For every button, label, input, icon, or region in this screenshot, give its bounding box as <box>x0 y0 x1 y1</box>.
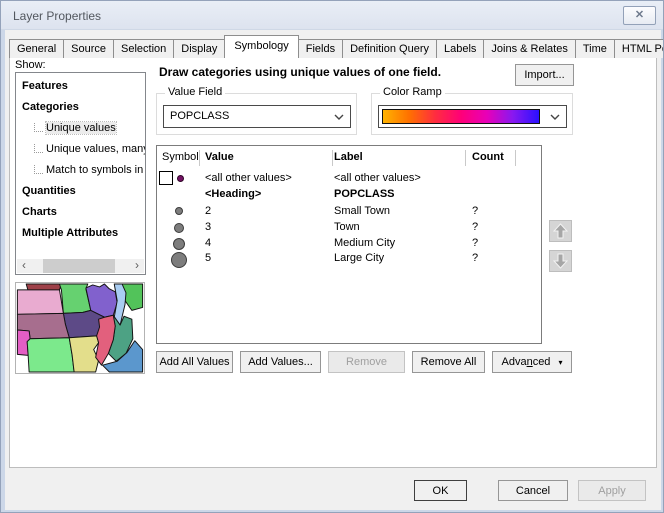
tab-display[interactable]: Display <box>173 39 225 58</box>
move-down-button[interactable] <box>549 250 572 272</box>
arrow-down-icon <box>553 253 568 269</box>
color-ramp-label: Color Ramp <box>380 86 445 98</box>
layer-properties-dialog: Layer Properties ✕ General Source Select… <box>0 0 664 513</box>
table-row-heading[interactable]: <Heading> POPCLASS <box>157 187 541 203</box>
color-ramp-dropdown[interactable] <box>378 105 567 128</box>
window-title: Layer Properties <box>13 9 101 23</box>
column-divider <box>515 150 516 166</box>
table-row-class-4[interactable]: 4 Medium City ? <box>157 236 541 252</box>
remove-button[interactable]: Remove <box>328 351 405 373</box>
value-field-group: Value Field POPCLASS <box>156 93 357 135</box>
map-preview-image <box>16 283 144 373</box>
point-symbol[interactable] <box>175 207 183 215</box>
add-all-values-button[interactable]: Add All Values <box>156 351 233 373</box>
tab-selection[interactable]: Selection <box>113 39 174 58</box>
value-field-label: Value Field <box>165 86 225 98</box>
advanced-button[interactable]: Advanced ▾ <box>492 351 572 373</box>
page-title: Draw categories using unique values of o… <box>159 65 441 79</box>
scrollbar-thumb[interactable] <box>43 259 115 273</box>
point-symbol[interactable] <box>173 238 185 250</box>
column-divider <box>332 150 333 166</box>
column-header-count[interactable]: Count <box>472 151 504 163</box>
column-header-label[interactable]: Label <box>334 151 363 163</box>
column-header-symbol[interactable]: Symbol <box>162 151 199 163</box>
color-ramp-swatch <box>382 109 540 124</box>
tree-item-unique-values-many[interactable]: Unique values, many <box>16 139 145 160</box>
tab-symbology[interactable]: Symbology <box>224 35 298 58</box>
value-field-dropdown[interactable]: POPCLASS <box>163 105 351 128</box>
show-tree: Features Categories Unique values Unique… <box>15 72 146 275</box>
tree-item-charts[interactable]: Charts <box>16 202 145 223</box>
table-row-class-2[interactable]: 2 Small Town ? <box>157 204 541 220</box>
column-header-value[interactable]: Value <box>205 151 234 163</box>
tree-item-unique-values[interactable]: Unique values <box>16 118 145 139</box>
symbol-value-table: Symbol Value Label Count <all other valu… <box>156 145 542 344</box>
apply-button[interactable]: Apply <box>578 480 646 501</box>
tree-item-categories[interactable]: Categories <box>16 97 145 118</box>
tree-item-multiple-attributes[interactable]: Multiple Attributes <box>16 223 145 244</box>
tab-labels[interactable]: Labels <box>436 39 484 58</box>
column-divider <box>199 150 200 166</box>
show-label: Show: <box>15 59 46 71</box>
chevron-down-icon <box>334 114 344 120</box>
cancel-button[interactable]: Cancel <box>498 480 568 501</box>
dropdown-arrow-icon: ▾ <box>559 358 563 367</box>
table-row-class-3[interactable]: 3 Town ? <box>157 220 541 236</box>
tree-connector-icon <box>34 165 43 174</box>
chevron-down-icon <box>550 114 560 120</box>
value-field-value: POPCLASS <box>170 110 229 122</box>
tree-horizontal-scrollbar[interactable]: ‹ › <box>17 259 144 273</box>
point-symbol[interactable] <box>177 175 184 182</box>
tab-general[interactable]: General <box>9 39 64 58</box>
import-button[interactable]: Import... <box>515 64 574 86</box>
tab-bar: General Source Selection Display Symbolo… <box>9 37 664 58</box>
close-icon: ✕ <box>635 9 644 21</box>
tab-joins-relates[interactable]: Joins & Relates <box>483 39 575 58</box>
tab-fields[interactable]: Fields <box>298 39 343 58</box>
tree-item-match-to-symbols[interactable]: Match to symbols in a <box>16 160 145 181</box>
move-up-button[interactable] <box>549 220 572 242</box>
tab-definition-query[interactable]: Definition Query <box>342 39 437 58</box>
remove-all-button[interactable]: Remove All <box>412 351 485 373</box>
close-button[interactable]: ✕ <box>623 6 656 25</box>
tree-connector-icon <box>34 123 43 132</box>
all-other-values-checkbox[interactable] <box>159 171 173 185</box>
scroll-left-icon[interactable]: ‹ <box>17 259 31 273</box>
tree-connector-icon <box>34 144 43 153</box>
ok-button[interactable]: OK <box>414 480 467 501</box>
color-ramp-group: Color Ramp <box>371 93 573 135</box>
tab-html-popup[interactable]: HTML Popup <box>614 39 664 58</box>
table-row-all-other-values[interactable]: <all other values> <all other values> <box>157 171 541 187</box>
tab-time[interactable]: Time <box>575 39 615 58</box>
scroll-right-icon[interactable]: › <box>130 259 144 273</box>
tree-item-features[interactable]: Features <box>16 76 145 97</box>
arrow-up-icon <box>553 223 568 239</box>
tree-item-quantities[interactable]: Quantities <box>16 181 145 202</box>
add-values-button[interactable]: Add Values... <box>240 351 321 373</box>
titlebar[interactable]: Layer Properties ✕ <box>1 1 663 30</box>
tab-source[interactable]: Source <box>63 39 114 58</box>
column-divider <box>465 150 466 166</box>
point-symbol[interactable] <box>171 252 187 268</box>
table-row-class-5[interactable]: 5 Large City ? <box>157 251 541 267</box>
symbology-map-preview <box>15 282 145 374</box>
point-symbol[interactable] <box>174 223 184 233</box>
